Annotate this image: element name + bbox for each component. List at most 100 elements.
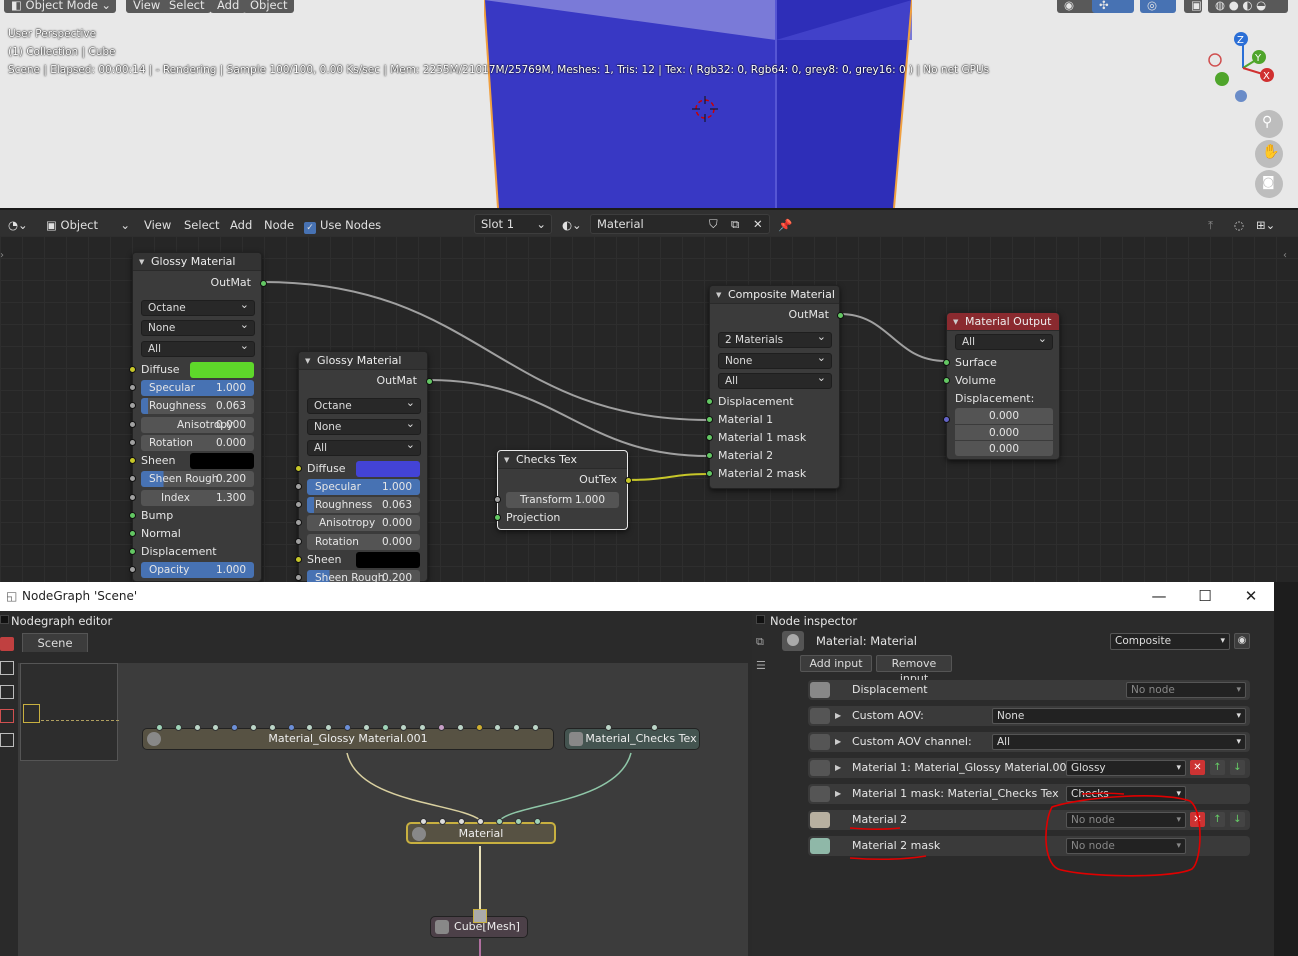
sheen-color-field[interactable] — [190, 453, 254, 469]
outtex-socket[interactable] — [625, 477, 632, 484]
select-menu[interactable]: Select — [184, 216, 219, 234]
snap-icon[interactable]: ◌ — [1234, 216, 1244, 234]
nodegraph-canvas[interactable]: Material_Glossy Material.001 Material_Ch… — [18, 663, 748, 956]
mode-select[interactable]: ◧ Object Mode ⌄ — [4, 0, 116, 13]
anisotropy-socket[interactable] — [295, 519, 302, 526]
outmat-socket[interactable] — [837, 312, 844, 319]
node-pin-icon[interactable] — [473, 909, 487, 923]
collapse-left-icon[interactable]: › — [0, 250, 4, 261]
material-browse[interactable]: ◐⌄ — [562, 216, 582, 234]
duplicate-icon[interactable]: ⧉ — [731, 215, 739, 233]
input-pin[interactable] — [496, 818, 503, 825]
opacity-field[interactable]: Opacity 1.000 — [141, 562, 254, 578]
transform-field[interactable]: Transform 1.000 — [506, 492, 619, 508]
specular-socket[interactable] — [129, 384, 136, 391]
grid-icon[interactable] — [0, 661, 14, 675]
add-menu[interactable]: Add — [210, 0, 247, 13]
index-field[interactable]: Index 1.300 — [141, 490, 254, 506]
composite-material-node[interactable]: Composite Material OutMat 2 Materials No… — [706, 285, 844, 489]
sheen-rough-field[interactable]: Sheen Rough 0.200 — [307, 570, 420, 582]
input-pin[interactable] — [475, 724, 483, 731]
index-socket[interactable] — [129, 494, 136, 501]
input-pin[interactable] — [287, 724, 295, 731]
minimize-button[interactable]: — — [1136, 582, 1182, 611]
sheen-rough-socket[interactable] — [129, 475, 136, 482]
editor-type-select[interactable]: ◔⌄ — [8, 216, 28, 234]
pin-icon[interactable]: 📌 — [778, 216, 792, 234]
close-button[interactable]: ✕ — [1228, 582, 1274, 611]
input-pin[interactable] — [344, 724, 351, 731]
renderer-select[interactable]: Octane — [141, 298, 255, 316]
checks-tex-node[interactable]: Checks Tex OutTex Transform1.000 Project… — [494, 450, 632, 530]
pan-button[interactable]: ✋ — [1255, 140, 1283, 168]
maximize-button[interactable]: ☐ — [1182, 582, 1228, 611]
shader-type-select[interactable]: ▣ Object ⌄ — [46, 216, 130, 234]
camera-button[interactable]: ◙ — [1255, 170, 1283, 198]
input-pin[interactable] — [174, 724, 182, 731]
material-output-node[interactable]: Material Output All Surface Volume Displ… — [943, 312, 1060, 460]
input-pin[interactable] — [515, 818, 522, 825]
input-pin[interactable] — [477, 818, 484, 825]
layout-icon[interactable] — [0, 685, 14, 699]
anisotropy-field[interactable]: Anisotropy 0.000 — [141, 417, 254, 433]
channel-select[interactable]: All — [141, 339, 255, 357]
transform-socket[interactable] — [494, 496, 501, 503]
parent-node-icon[interactable]: ⤒ — [1208, 216, 1213, 234]
anisotropy-field[interactable]: Anisotropy 0.000 — [307, 515, 420, 531]
glossy-material-node-2[interactable]: Glossy Material OutMat Octane None All D… — [295, 351, 433, 582]
input-pin[interactable] — [605, 724, 612, 731]
sheen-color-field[interactable] — [356, 552, 420, 568]
tab-scene[interactable]: Scene — [22, 633, 88, 652]
collapse-right-icon[interactable]: ‹ — [1283, 250, 1287, 261]
xray-toggle[interactable]: ▣ — [1184, 0, 1202, 13]
slot-select[interactable]: Slot 1 ⌄ — [474, 214, 552, 234]
input-pin[interactable] — [381, 724, 389, 731]
sheen-rough-field[interactable]: Sheen Rough 0.200 — [141, 471, 254, 487]
gizmo-toggle[interactable]: ✣ — [1092, 0, 1134, 13]
shading-modes[interactable]: ◍ ● ◐ ◒ — [1208, 0, 1288, 13]
object-menu[interactable]: Object — [243, 0, 295, 13]
close-icon[interactable]: ✕ — [753, 215, 763, 233]
table-icon[interactable] — [0, 733, 14, 747]
input-pin[interactable] — [458, 818, 465, 825]
roughness-socket[interactable] — [129, 402, 136, 409]
node-title[interactable]: Checks Tex — [498, 451, 627, 469]
overlay-icon[interactable]: ⊞⌄ — [1256, 216, 1275, 234]
fake-user-icon[interactable]: ⛉ — [709, 215, 718, 233]
layer-select[interactable]: None — [141, 318, 255, 336]
roughness-field[interactable]: Roughness 0.063 — [141, 398, 254, 414]
node-title[interactable]: Material Output — [947, 313, 1059, 331]
displacement-x-field[interactable]: 0.000 — [955, 408, 1053, 424]
input-pin[interactable] — [268, 724, 276, 731]
channel-select[interactable]: All — [718, 371, 832, 389]
ng-node-material[interactable]: Material — [406, 822, 556, 844]
diffuse-color-field[interactable] — [356, 461, 420, 477]
overlay-toggle[interactable]: ◎ — [1140, 0, 1176, 13]
outmat-socket[interactable] — [426, 378, 433, 385]
input-pin[interactable] — [439, 818, 446, 825]
rotation-socket[interactable] — [129, 439, 136, 446]
specular-socket[interactable] — [295, 483, 302, 490]
sheen-rough-socket[interactable] — [295, 574, 302, 581]
node-editor-canvas[interactable]: › ‹ Glossy Material OutMat Octane None A… — [0, 236, 1298, 582]
layer-select[interactable]: None — [307, 417, 421, 435]
material-count-select[interactable]: 2 Materials — [718, 330, 832, 348]
view-menu[interactable]: View — [144, 216, 171, 234]
3d-viewport[interactable]: ◧ Object Mode ⌄ View Select Add Object ◉ … — [0, 0, 1298, 208]
rotation-field[interactable]: Rotation 0.000 — [141, 435, 254, 451]
input-pin[interactable] — [156, 724, 163, 731]
rotation-socket[interactable] — [295, 538, 302, 545]
panel-toggle-icon[interactable] — [0, 615, 9, 624]
displacement-socket[interactable] — [943, 416, 950, 423]
select-menu[interactable]: Select — [162, 0, 212, 13]
input-pin[interactable] — [420, 818, 427, 825]
input-pin[interactable] — [456, 724, 464, 731]
channel-select[interactable]: All — [307, 438, 421, 456]
input-pin[interactable] — [362, 724, 370, 731]
renderer-select[interactable]: Octane — [307, 396, 421, 414]
window-titlebar[interactable]: ◱ NodeGraph 'Scene' — ☐ ✕ — [0, 582, 1274, 611]
material-name-field[interactable]: Material ⛉ ⧉ ✕ — [590, 214, 770, 234]
roughness-socket[interactable] — [295, 501, 302, 508]
input-pin[interactable] — [651, 724, 658, 731]
node-title[interactable]: Glossy Material — [299, 352, 427, 370]
